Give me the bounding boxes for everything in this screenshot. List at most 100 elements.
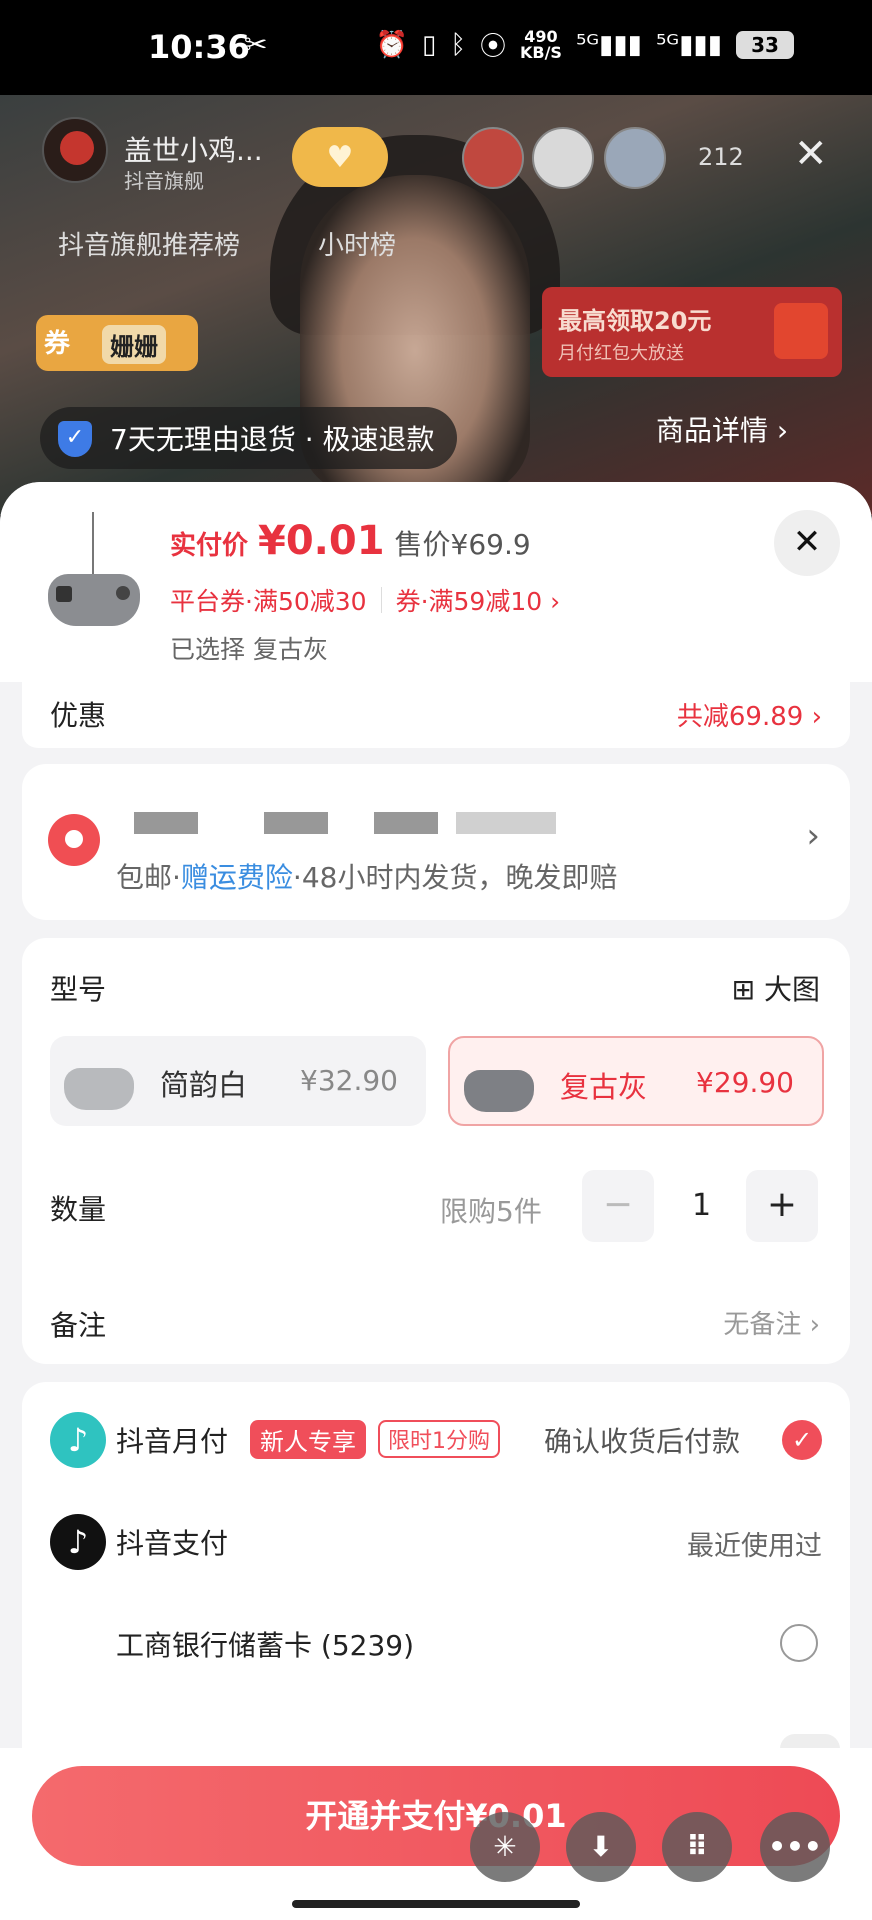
viewer-avatar[interactable] — [462, 127, 524, 189]
final-price: ¥0.01 — [258, 518, 385, 564]
variant-option-white[interactable]: 简韵白 ¥32.90 — [50, 1036, 426, 1126]
sparkle-icon[interactable]: ✳ — [470, 1812, 540, 1882]
recently-used: 最近使用过 — [687, 1531, 822, 1562]
follow-button[interactable]: ♥ — [292, 127, 388, 187]
douyin-pay-icon: ♪ — [50, 1514, 106, 1570]
viewer-avatar[interactable] — [604, 127, 666, 189]
limited-time-badge: 限时1分购 — [378, 1420, 500, 1458]
return-guarantee-banner[interactable]: ✓ 7天无理由退货 · 极速退款 — [40, 407, 457, 469]
scissors-icon: ✂ — [244, 28, 268, 61]
gamepad-icon — [48, 574, 140, 626]
heart-icon: ♥ — [326, 139, 354, 175]
promo-title: 最高领取20元 — [558, 307, 712, 335]
viewer-count[interactable]: 212 — [698, 143, 744, 171]
variant-option-gray[interactable]: 复古灰 ¥29.90 — [448, 1036, 824, 1126]
vibrate-icon: ▯ — [422, 29, 437, 60]
shop-name[interactable]: 盖世小鸡... — [124, 129, 263, 169]
selected-variant: 已选择 复古灰 — [170, 635, 328, 664]
coupon-tag[interactable]: 券 姗姗 — [36, 315, 198, 371]
close-live-icon[interactable]: ✕ — [794, 131, 828, 177]
location-pin-icon — [48, 814, 100, 866]
new-user-badge: 新人专享 — [250, 1420, 366, 1459]
douyin-pay-label[interactable]: 抖音支付 — [116, 1522, 228, 1562]
shipping-address-card[interactable]: 包邮·赠运费险·48小时内发货，晚发即赔 › — [22, 764, 850, 920]
grid-apps-icon[interactable]: ⠿ — [662, 1812, 732, 1882]
host-name: 姗姗 — [102, 325, 166, 364]
alarm-icon: ⏰ — [375, 29, 409, 60]
status-icons: ⏰ ▯ ᛒ ⦿ 490 KB/S ⁵ᴳ▮▮▮ ⁵ᴳ▮▮▮ 33 — [376, 26, 794, 63]
spec-label: 型号 — [50, 973, 107, 1006]
product-detail-link[interactable]: 商品详情 › — [656, 409, 788, 449]
discount-label: 优惠 — [50, 699, 107, 732]
price-row: 实付价 ¥0.01 售价¥69.9 — [170, 518, 531, 564]
address-redacted — [134, 812, 198, 834]
product-thumbnail[interactable] — [42, 512, 142, 652]
signal-5g-icon: ⁵ᴳ▮▮▮ — [575, 29, 642, 60]
bluetooth-icon: ᛒ — [450, 29, 466, 60]
tab-recommend-rank[interactable]: 抖音旗舰推荐榜 — [58, 225, 240, 262]
address-redacted — [456, 812, 556, 834]
red-envelope-icon — [774, 303, 828, 359]
monthly-pay-label[interactable]: 抖音月付 — [116, 1420, 228, 1460]
variant-price: ¥32.90 — [300, 1064, 398, 1097]
gamepad-icon — [464, 1070, 534, 1112]
status-bar: 10:36 ✂ ⏰ ▯ ᛒ ⦿ 490 KB/S ⁵ᴳ▮▮▮ ⁵ᴳ▮▮▮ 33 — [0, 0, 872, 95]
divider — [380, 587, 382, 613]
payment-methods-card: ♪ 抖音月付 新人专享 限时1分购 确认收货后付款 ✓ ♪ 抖音支付 最近使用过… — [22, 1382, 850, 1782]
price-label: 实付价 — [170, 531, 249, 561]
quantity-value[interactable]: 1 — [692, 1188, 711, 1223]
shipping-insurance-link[interactable]: 赠运费险 — [181, 861, 293, 894]
quantity-label: 数量 — [50, 1193, 107, 1226]
delivery-promise: ·48小时内发货，晚发即赔 — [292, 861, 618, 894]
return-guarantee-text: 7天无理由退货 · 极速退款 — [110, 423, 435, 456]
note-value[interactable]: 无备注 › — [723, 1304, 820, 1341]
battery-icon: 33 — [736, 30, 794, 59]
free-shipping: 包邮· — [116, 861, 181, 894]
discount-row[interactable]: 优惠 共减69.89 › — [22, 682, 850, 748]
location-icon: ⦿ — [479, 32, 506, 62]
bank-card-label[interactable]: 工商银行储蓄卡 (5239) — [116, 1624, 414, 1664]
download-icon[interactable]: ⬇ — [566, 1812, 636, 1882]
controller-cable — [92, 512, 94, 576]
signal-5g-2-icon: ⁵ᴳ▮▮▮ — [655, 29, 722, 60]
coupon-row[interactable]: 平台券·满50减30 券·满59减10 › — [170, 582, 560, 618]
chevron-right-icon: › — [806, 816, 820, 856]
shop-coupon: 券·满59减10 › — [395, 587, 561, 616]
platform-coupon: 平台券·满50减30 — [170, 587, 367, 616]
shipping-info: 包邮·赠运费险·48小时内发货，晚发即赔 — [116, 856, 617, 896]
order-sheet: 实付价 ¥0.01 售价¥69.9 平台券·满50减30 券·满59减10 › … — [0, 482, 872, 1920]
promo-subtitle: 月付红包大放送 — [558, 343, 684, 364]
live-stream-background: 盖世小鸡... 抖音旗舰 ♥ 212 ✕ 抖音旗舰推荐榜 小时榜 券 姗姗 最高… — [0, 95, 872, 515]
monthly-pay-note: 确认收货后付款 — [544, 1425, 741, 1458]
more-icon[interactable]: ••• — [760, 1812, 830, 1882]
big-image-label: 大图 — [763, 973, 820, 1006]
variant-price: ¥29.90 — [696, 1066, 794, 1099]
purchase-limit: 限购5件 — [440, 1195, 542, 1228]
home-indicator[interactable] — [292, 1900, 580, 1908]
variant-name: 简韵白 — [160, 1068, 248, 1102]
quantity-increment-button[interactable]: + — [746, 1170, 818, 1242]
product-summary: 实付价 ¥0.01 售价¥69.9 平台券·满50减30 券·满59减10 › … — [0, 482, 872, 682]
big-image-toggle[interactable]: ⊞ 大图 — [732, 968, 820, 1008]
variant-name: 复古灰 — [560, 1070, 648, 1104]
bank-card-radio[interactable] — [780, 1624, 818, 1662]
monthly-pay-radio-checked[interactable]: ✓ — [782, 1420, 822, 1460]
close-icon[interactable]: ✕ — [774, 510, 840, 576]
clock: 10:36 — [148, 28, 250, 66]
bottom-bar: 开通并支付¥0.01 — [0, 1748, 872, 1920]
shop-avatar[interactable] — [42, 117, 108, 183]
network-speed-unit: KB/S — [519, 42, 562, 62]
network-speed: 490 KB/S — [519, 28, 562, 62]
viewer-avatar[interactable] — [532, 127, 594, 189]
shield-check-icon: ✓ — [58, 421, 92, 457]
original-price: 售价¥69.9 — [394, 528, 531, 561]
spec-card: 型号 ⊞ 大图 简韵白 ¥32.90 复古灰 ¥29.90 数量 限购5件 − … — [22, 938, 850, 1364]
quantity-decrement-button[interactable]: − — [582, 1170, 654, 1242]
red-packet-promo[interactable]: 最高领取20元 月付红包大放送 — [542, 287, 842, 377]
tab-hourly-rank[interactable]: 小时榜 — [318, 225, 396, 262]
address-redacted — [264, 812, 328, 834]
note-label: 备注 — [50, 1309, 107, 1342]
discount-value: 共减69.89 › — [676, 702, 822, 732]
grid-icon: ⊞ — [731, 973, 756, 1006]
coupon-tag-label: 券 — [44, 329, 71, 359]
